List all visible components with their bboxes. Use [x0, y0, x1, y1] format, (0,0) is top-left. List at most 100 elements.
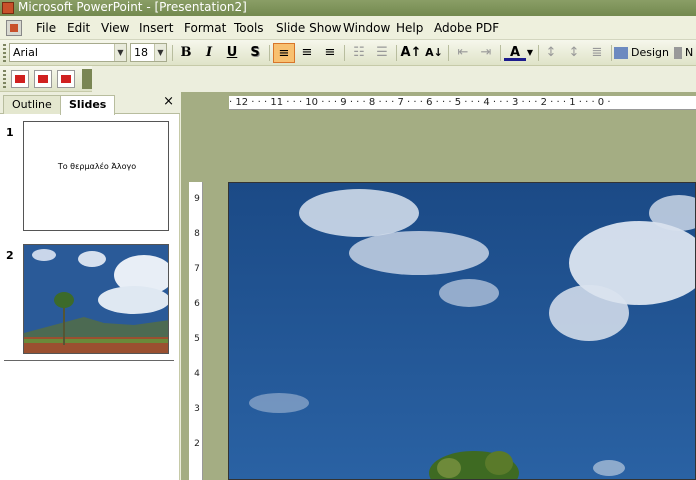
ruler-tick: 7	[194, 264, 200, 274]
toolbar-grip[interactable]	[3, 44, 6, 62]
powerpoint-window: Microsoft PowerPoint - [Presentation2] F…	[0, 0, 696, 480]
bold-button[interactable]: B	[175, 43, 197, 63]
pdf-review-icon[interactable]	[57, 70, 75, 88]
horizontal-ruler: · 12 · · · 11 · · · 10 · · · 9 · · · 8 ·…	[229, 96, 696, 110]
ruler-tick: 5	[194, 334, 200, 344]
center-button[interactable]: ≡	[296, 43, 318, 63]
slide-thumbnail-1[interactable]: Το θερμαλέο Άλογο	[23, 121, 169, 231]
menu-adobe-pdf[interactable]: Adobe PDF	[434, 21, 499, 35]
separator	[344, 45, 345, 61]
separator	[448, 45, 449, 61]
slide-thumbnail-2[interactable]	[23, 244, 169, 354]
decrease-spacing-button[interactable]: ↕	[563, 43, 585, 63]
ruler-tick: 4	[194, 369, 200, 379]
increase-indent-button[interactable]: ⇥	[475, 43, 497, 63]
menu-slide-show[interactable]: Slide Show	[276, 21, 341, 35]
menu-file[interactable]: File	[36, 21, 56, 35]
slide-number: 2	[6, 249, 14, 262]
align-left-button[interactable]: ≡	[273, 43, 295, 63]
panel-tabs: Outline Slides ×	[0, 92, 180, 115]
align-right-button[interactable]: ≡	[319, 43, 341, 63]
design-button[interactable]: Design	[614, 44, 669, 62]
font-name-combo[interactable]: Arial ▼	[9, 43, 127, 62]
ruler-tick: 8	[194, 229, 200, 239]
pdf-email-icon[interactable]	[34, 70, 52, 88]
powerpoint-app-icon	[2, 2, 14, 14]
numbered-list-icon: ☷	[353, 45, 365, 60]
slide-1-title: Το θερμαλέο Άλογο	[57, 162, 137, 171]
chevron-down-icon[interactable]: ▼	[114, 44, 126, 61]
chevron-down-icon[interactable]: ▼	[154, 44, 166, 61]
bullets-button[interactable]: ☰	[371, 43, 393, 63]
chevron-down-icon: ▼	[526, 48, 534, 57]
window-title: Microsoft PowerPoint - [Presentation2]	[18, 0, 247, 14]
font-name-value: Arial	[13, 46, 38, 59]
separator	[396, 45, 397, 61]
ruler-tick: 2	[194, 439, 200, 449]
bullet-list-icon: ☰	[376, 45, 388, 60]
menu-help[interactable]: Help	[396, 21, 423, 35]
decrease-font-button[interactable]: A↓	[423, 43, 445, 63]
separator	[172, 45, 173, 61]
new-slide-icon	[674, 47, 682, 59]
vertical-ruler: 9 8 7 6 5 4 3 2	[189, 182, 203, 480]
tab-slides[interactable]: Slides	[60, 95, 116, 115]
line-spacing-icon: ↕	[545, 45, 557, 60]
separator	[538, 45, 539, 61]
new-slide-button[interactable]: N	[674, 44, 693, 62]
numbering-button[interactable]: ☷	[348, 43, 370, 63]
paragraph-icon: ≣	[591, 45, 603, 60]
design-icon	[614, 47, 628, 59]
align-left-icon: ≡	[278, 46, 290, 61]
slide-editing-area: · 12 · · · 11 · · · 10 · · · 9 · · · 8 ·…	[181, 92, 696, 480]
menu-tools[interactable]: Tools	[234, 21, 264, 35]
italic-button[interactable]: I	[198, 43, 220, 63]
toolbar-grip[interactable]	[3, 70, 6, 88]
underline-button[interactable]: U	[221, 43, 243, 63]
shadow-button[interactable]: S	[244, 43, 266, 63]
title-bar: Microsoft PowerPoint - [Presentation2]	[0, 0, 696, 16]
toolbar-options-chevron[interactable]	[82, 69, 92, 89]
landscape-image	[24, 245, 168, 353]
align-center-icon: ≡	[301, 45, 313, 60]
sky-landscape-image	[229, 183, 695, 479]
ruler-tick: 3	[194, 404, 200, 414]
menu-view[interactable]: View	[101, 21, 129, 35]
align-right-icon: ≡	[324, 45, 336, 60]
outdent-icon: ⇤	[457, 45, 469, 60]
convert-to-pdf-icon[interactable]	[11, 70, 29, 88]
slide-number: 1	[6, 126, 14, 139]
tab-outline[interactable]: Outline	[3, 95, 61, 114]
panel-divider	[4, 360, 174, 361]
menu-format[interactable]: Format	[184, 21, 226, 35]
indent-icon: ⇥	[480, 45, 492, 60]
ruler-tick: 9	[194, 194, 200, 204]
new-slide-label: N	[685, 46, 694, 59]
font-shrink-icon: A↓	[425, 46, 443, 59]
paragraph-spacing-button[interactable]: ≣	[586, 43, 608, 63]
separator	[269, 45, 270, 61]
separator	[611, 45, 612, 61]
menu-bar: File Edit View Insert Format Tools Slide…	[0, 16, 696, 40]
font-grow-icon: A↑	[400, 45, 422, 60]
increase-font-button[interactable]: A↑	[400, 43, 422, 63]
font-color-button[interactable]: A	[504, 43, 526, 61]
menu-window[interactable]: Window	[343, 21, 390, 35]
slides-panel: Outline Slides × 1 Το θερμαλέο Άλογο 2	[0, 92, 180, 480]
current-slide-canvas[interactable]	[228, 182, 696, 480]
design-label: Design	[631, 46, 669, 59]
document-icon[interactable]	[6, 20, 22, 36]
font-size-value: 18	[134, 46, 148, 59]
close-icon[interactable]: ×	[163, 94, 174, 109]
decrease-indent-button[interactable]: ⇤	[452, 43, 474, 63]
separator	[500, 45, 501, 61]
menu-insert[interactable]: Insert	[139, 21, 173, 35]
increase-spacing-button[interactable]: ↕	[540, 43, 562, 63]
formatting-toolbar: Arial ▼ 18 ▼ B I U S ≡ ≡ ≡ ☷ ☰ A↑ A↓ ⇤ ⇥…	[0, 40, 696, 66]
line-spacing-icon: ↕	[568, 45, 580, 60]
font-color-dropdown[interactable]: ▼	[525, 43, 535, 63]
menu-edit[interactable]: Edit	[67, 21, 90, 35]
font-color-icon: A	[509, 45, 521, 60]
ruler-tick: 6	[194, 299, 200, 309]
font-size-combo[interactable]: 18 ▼	[130, 43, 167, 62]
